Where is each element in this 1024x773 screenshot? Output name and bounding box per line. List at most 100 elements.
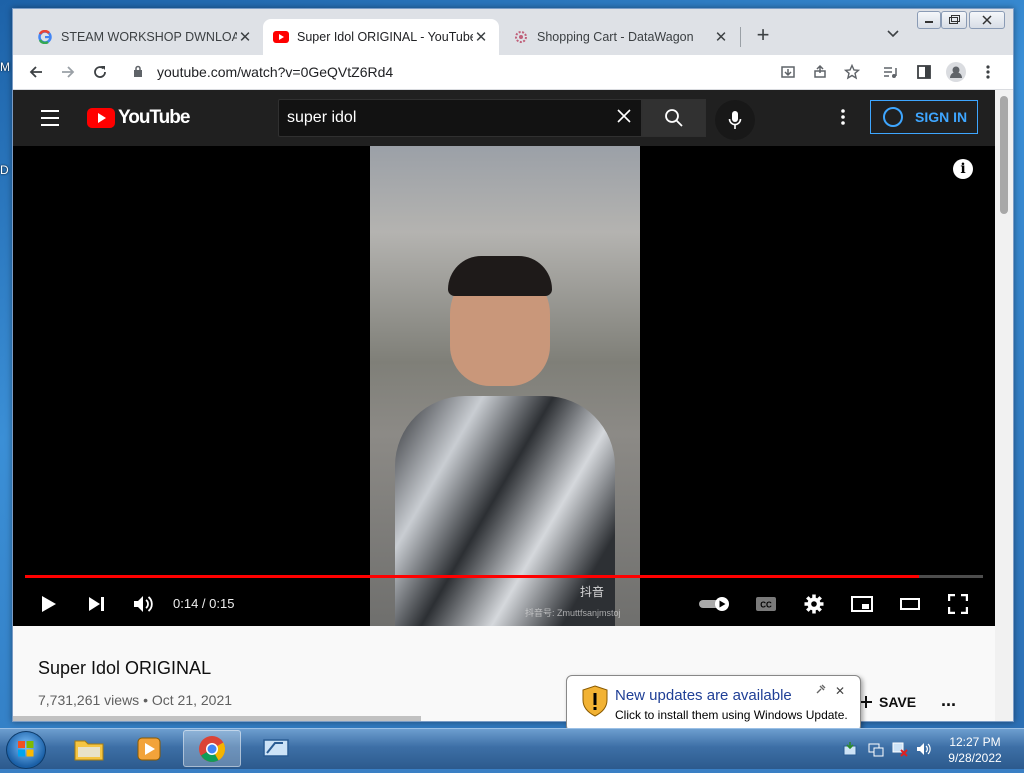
taskbar-chrome-button[interactable] bbox=[183, 730, 241, 767]
horizontal-scrollbar[interactable] bbox=[13, 716, 421, 721]
time-display: 0:14 / 0:15 bbox=[173, 596, 235, 611]
chrome-menu-icon[interactable] bbox=[977, 61, 999, 83]
notification-close-icon[interactable]: ✕ bbox=[835, 684, 845, 698]
save-button[interactable]: SAVE bbox=[859, 694, 916, 710]
youtube-play-logo-icon bbox=[87, 108, 115, 128]
restore-button[interactable] bbox=[941, 11, 967, 29]
search-button[interactable] bbox=[642, 99, 706, 137]
taskbar-media-player-button[interactable] bbox=[120, 730, 178, 767]
volume-icon bbox=[134, 596, 153, 612]
taskbar-explorer-button[interactable] bbox=[60, 730, 118, 767]
google-icon bbox=[37, 29, 53, 45]
video-player[interactable]: 抖音 抖音号: Zmuttfsanjmstoj i 0:14 / 0:15 CC bbox=[13, 146, 995, 626]
video-frame: 抖音 抖音号: Zmuttfsanjmstoj bbox=[370, 146, 640, 626]
side-panel-icon[interactable] bbox=[913, 61, 935, 83]
fullscreen-button[interactable] bbox=[945, 590, 971, 618]
tab-separator bbox=[740, 27, 741, 47]
play-icon bbox=[42, 596, 56, 612]
desktop-icon-fragment[interactable]: M bbox=[0, 60, 10, 74]
tab-title: Super Idol ORIGINAL - YouTube bbox=[297, 30, 473, 44]
miniplayer-icon bbox=[851, 596, 873, 612]
tray-update-icon[interactable] bbox=[842, 741, 857, 756]
video-meta: 7,731,261 views • Oct 21, 2021 bbox=[38, 692, 233, 708]
folder-icon bbox=[74, 740, 104, 760]
tab-youtube[interactable]: Super Idol ORIGINAL - YouTube ✕ bbox=[263, 19, 499, 55]
system-clock[interactable]: 12:27 PM 9/28/2022 bbox=[940, 734, 1010, 766]
sign-in-button[interactable]: SIGN IN bbox=[870, 100, 978, 134]
chrome-icon bbox=[199, 735, 226, 762]
settings-button[interactable] bbox=[801, 590, 827, 618]
more-actions-button[interactable]: ... bbox=[941, 690, 956, 711]
youtube-logo[interactable]: YouTube bbox=[87, 107, 190, 129]
taskbar-app-button[interactable] bbox=[247, 730, 305, 767]
tab-search-chevron-icon[interactable] bbox=[887, 25, 899, 41]
notification-message: Click to install them using Windows Upda… bbox=[615, 708, 848, 722]
notification-title: New updates are available bbox=[615, 687, 792, 704]
sign-in-label: SIGN IN bbox=[915, 109, 968, 125]
profile-avatar-icon[interactable] bbox=[945, 61, 967, 83]
video-title: Super Idol ORIGINAL bbox=[38, 658, 212, 678]
windows-logo-icon bbox=[18, 741, 34, 757]
install-app-icon[interactable] bbox=[777, 61, 799, 83]
tray-volume-icon[interactable] bbox=[916, 741, 931, 755]
theater-mode-icon bbox=[900, 598, 920, 610]
play-button[interactable] bbox=[35, 590, 63, 618]
tab-close-icon[interactable]: ✕ bbox=[713, 28, 729, 46]
notification-options-icon[interactable] bbox=[816, 684, 826, 697]
svg-text:CC: CC bbox=[760, 601, 772, 610]
search-box bbox=[278, 99, 642, 137]
player-controls: 0:14 / 0:15 CC bbox=[13, 582, 995, 626]
autoplay-toggle[interactable] bbox=[697, 590, 733, 618]
back-arrow-icon[interactable] bbox=[25, 61, 47, 83]
media-control-icon[interactable] bbox=[879, 61, 901, 83]
youtube-logo-text: YouTube bbox=[118, 107, 190, 128]
tab-title: Shopping Cart - DataWagon bbox=[537, 30, 694, 44]
tab-title: STEAM WORKSHOP DWNLOADE bbox=[61, 30, 237, 44]
datawagon-icon bbox=[513, 29, 529, 45]
youtube-icon bbox=[273, 29, 289, 45]
remote-desktop-icon bbox=[263, 738, 289, 757]
user-avatar-icon bbox=[883, 107, 903, 127]
new-tab-button[interactable]: + bbox=[751, 23, 775, 47]
search-input[interactable] bbox=[285, 108, 609, 128]
media-player-icon bbox=[137, 737, 161, 760]
theater-mode-button[interactable] bbox=[897, 590, 923, 618]
settings-kebab-icon[interactable] bbox=[839, 108, 847, 126]
volume-button[interactable] bbox=[129, 590, 159, 618]
forward-arrow-icon[interactable] bbox=[57, 61, 79, 83]
youtube-header: YouTube SIGN IN bbox=[13, 90, 995, 146]
desktop-icon-fragment[interactable]: D bbox=[0, 163, 9, 177]
reload-icon[interactable] bbox=[89, 61, 111, 83]
minimize-button[interactable] bbox=[917, 11, 941, 29]
start-button[interactable] bbox=[6, 731, 46, 769]
tab-strip: STEAM WORKSHOP DWNLOADE ✕ Super Idol ORI… bbox=[13, 9, 1013, 55]
browser-window: STEAM WORKSHOP DWNLOADE ✕ Super Idol ORI… bbox=[12, 8, 1014, 722]
tab-close-icon[interactable]: ✕ bbox=[473, 28, 489, 46]
tab-close-icon[interactable]: ✕ bbox=[237, 28, 253, 46]
info-icon[interactable]: i bbox=[953, 159, 973, 179]
scrollbar-thumb[interactable] bbox=[1000, 96, 1008, 214]
bookmark-star-icon[interactable] bbox=[841, 61, 863, 83]
tab-datawagon[interactable]: Shopping Cart - DataWagon ✕ bbox=[503, 19, 739, 55]
progress-bar[interactable] bbox=[25, 575, 983, 578]
windows-taskbar: 12:27 PM 9/28/2022 bbox=[0, 728, 1024, 769]
voice-search-button[interactable] bbox=[715, 100, 755, 140]
tray-action-center-icon[interactable] bbox=[868, 741, 884, 757]
tab-steam-workshop[interactable]: STEAM WORKSHOP DWNLOADE ✕ bbox=[27, 19, 263, 55]
hamburger-menu-icon[interactable] bbox=[41, 110, 59, 131]
share-icon[interactable] bbox=[809, 61, 831, 83]
lock-icon bbox=[133, 65, 149, 80]
tray-network-icon[interactable] bbox=[892, 741, 908, 757]
close-window-button[interactable] bbox=[969, 11, 1005, 29]
url-text: youtube.com/watch?v=0GeQVtZ6Rd4 bbox=[157, 64, 394, 80]
browser-toolbar: youtube.com/watch?v=0GeQVtZ6Rd4 bbox=[13, 55, 1013, 90]
vertical-scrollbar[interactable] bbox=[995, 90, 1013, 721]
microphone-icon bbox=[728, 111, 742, 129]
fullscreen-icon bbox=[948, 594, 968, 614]
miniplayer-button[interactable] bbox=[849, 590, 875, 618]
youtube-page: YouTube SIGN IN bbox=[13, 90, 1013, 721]
subtitles-button[interactable]: CC bbox=[753, 590, 779, 618]
windows-update-notification[interactable]: New updates are available Click to insta… bbox=[566, 675, 861, 747]
next-button[interactable] bbox=[83, 590, 111, 618]
clear-search-icon[interactable] bbox=[617, 107, 631, 128]
